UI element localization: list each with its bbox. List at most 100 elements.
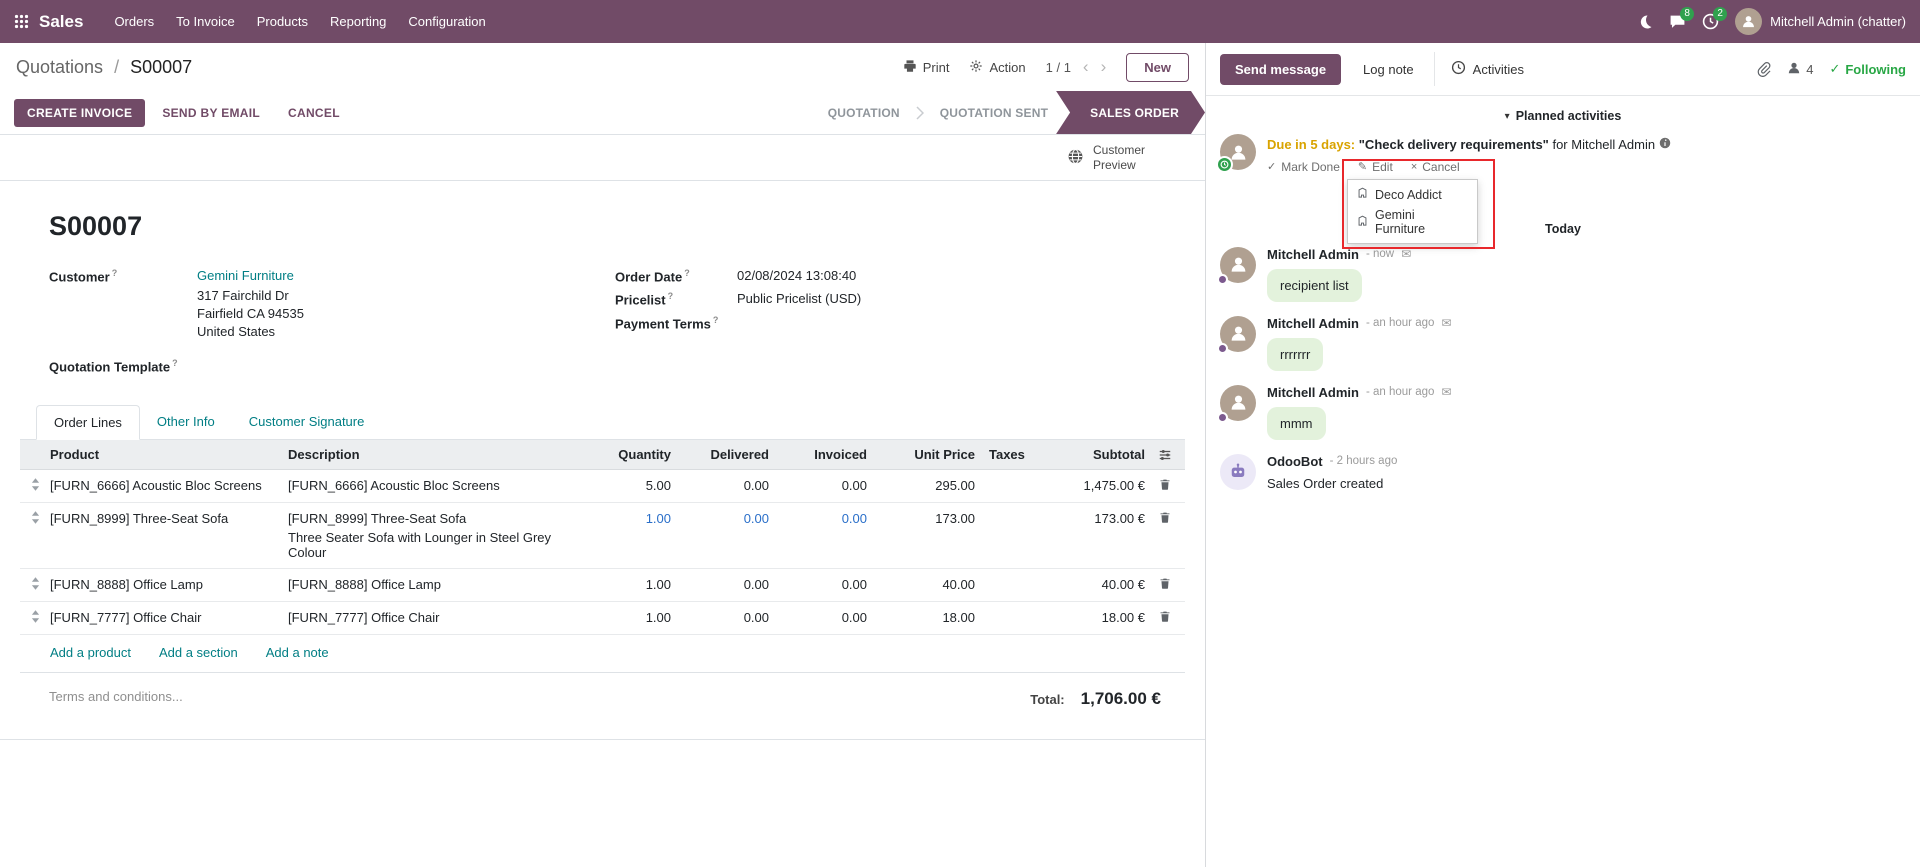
mark-done-button[interactable]: ✓Mark Done [1267, 160, 1340, 174]
presence-dot [1217, 412, 1228, 423]
odoobot-avatar [1220, 454, 1256, 490]
table-row[interactable]: [FURN_8888] Office Lamp [FURN_8888] Offi… [20, 569, 1185, 602]
today-divider: Today [1206, 216, 1920, 238]
cancel-button[interactable]: CANCEL [277, 99, 351, 127]
message-bubble: mmm [1267, 407, 1326, 440]
table-header-row: Product Description Quantity Delivered I… [20, 440, 1185, 470]
delete-row-icon[interactable] [1145, 478, 1185, 494]
customer-label: Customer? [49, 268, 197, 284]
message-author[interactable]: Mitchell Admin [1267, 316, 1359, 331]
order-date-value[interactable]: 02/08/2024 13:08:40 [737, 268, 856, 283]
apps-grid-icon[interactable] [14, 14, 29, 29]
create-invoice-button[interactable]: CREATE INVOICE [14, 99, 145, 127]
status-pipeline: QUOTATION QUOTATION SENT SALES ORDER [812, 91, 1205, 134]
message-author[interactable]: Mitchell Admin [1267, 385, 1359, 400]
message-body: Sales Order created [1267, 476, 1397, 491]
x-icon: × [1411, 161, 1417, 173]
presence-dot [1217, 343, 1228, 354]
dropdown-item[interactable]: Deco Addict [1348, 184, 1477, 205]
state-sales-order[interactable]: SALES ORDER [1056, 91, 1205, 134]
print-button[interactable]: Print [903, 59, 950, 76]
activities-clock-icon[interactable]: 2 [1702, 13, 1719, 30]
document-title: S00007 [49, 211, 1181, 242]
message-time: - now [1366, 248, 1394, 260]
tab-customer-signature[interactable]: Customer Signature [232, 405, 382, 439]
message-time: - 2 hours ago [1330, 455, 1398, 467]
info-icon[interactable] [1659, 137, 1671, 152]
pencil-icon: ✎ [1358, 160, 1367, 173]
drag-handle-icon[interactable] [20, 511, 50, 527]
globe-icon [1067, 148, 1084, 168]
table-row[interactable]: [FURN_8999] Three-Seat Sofa [FURN_8999] … [20, 503, 1185, 569]
message-author[interactable]: Mitchell Admin [1267, 247, 1359, 262]
nav-item-orders[interactable]: Orders [103, 0, 165, 43]
table-row[interactable]: [FURN_7777] Office Chair [FURN_7777] Off… [20, 602, 1185, 635]
table-row[interactable]: [FURN_6666] Acoustic Bloc Screens [FURN_… [20, 470, 1185, 503]
drag-handle-icon[interactable] [20, 610, 50, 626]
nav-item-to-invoice[interactable]: To Invoice [165, 0, 246, 43]
chatter-panel: Send message Log note Activities 4 ✓ Fol… [1206, 43, 1920, 867]
customer-value[interactable]: Gemini Furniture [197, 268, 304, 283]
tab-other-info[interactable]: Other Info [140, 405, 232, 439]
state-quotation-sent[interactable]: QUOTATION SENT [924, 91, 1064, 134]
drag-handle-icon[interactable] [20, 478, 50, 494]
activity-due-text: Due in 5 days: [1267, 137, 1355, 152]
activities-button[interactable]: Activities [1434, 52, 1536, 86]
add-product-link[interactable]: Add a product [50, 645, 131, 660]
activity-avatar [1220, 134, 1256, 170]
nav-item-configuration[interactable]: Configuration [397, 0, 496, 43]
log-note-button[interactable]: Log note [1351, 54, 1426, 85]
message-item: Mitchell Admin - now ✉ recipient list [1206, 238, 1920, 307]
user-menu[interactable]: Mitchell Admin (chatter) [1735, 8, 1906, 35]
send-by-email-button[interactable]: SEND BY EMAIL [151, 99, 271, 127]
followers-button[interactable]: 4 [1787, 61, 1813, 78]
activities-count-badge: 2 [1713, 7, 1727, 21]
pager-prev-icon[interactable]: ‹ [1083, 57, 1089, 77]
pricelist-value[interactable]: Public Pricelist (USD) [737, 291, 861, 306]
chevron-right-icon [916, 91, 924, 134]
pager-next-icon[interactable]: › [1101, 57, 1107, 77]
pager-value: 1 / 1 [1046, 60, 1071, 75]
breadcrumb: Quotations / S00007 [16, 57, 192, 78]
form-sheet: Customer Preview S00007 Customer? Gemini… [0, 135, 1205, 867]
message-avatar [1220, 247, 1256, 283]
add-note-link[interactable]: Add a note [266, 645, 329, 660]
messages-icon[interactable]: 8 [1669, 13, 1686, 30]
delete-row-icon[interactable] [1145, 511, 1185, 527]
new-button[interactable]: New [1126, 53, 1189, 82]
dark-mode-moon-icon[interactable] [1637, 14, 1653, 30]
dropdown-item[interactable]: Gemini Furniture [1348, 205, 1477, 239]
quotation-template-label: Quotation Template? [49, 358, 197, 374]
control-panel: Quotations / S00007 Print Action 1 / 1 ‹… [0, 43, 1205, 91]
action-button[interactable]: Action [969, 59, 1025, 76]
fields-left: Customer? Gemini Furniture 317 Fairchild… [49, 268, 615, 381]
following-toggle[interactable]: ✓ Following [1829, 61, 1906, 77]
activity-actions: ✓Mark Done ✎Edit ×Cancel [1267, 160, 1671, 174]
delete-row-icon[interactable] [1145, 577, 1185, 593]
planned-activities-header[interactable]: ▾ Planned activities [1206, 96, 1920, 132]
add-section-link[interactable]: Add a section [159, 645, 238, 660]
edit-activity-button[interactable]: ✎Edit [1358, 160, 1393, 174]
cancel-activity-button[interactable]: ×Cancel [1411, 160, 1460, 174]
top-nav: Sales Orders To Invoice Products Reporti… [0, 0, 1920, 43]
tab-order-lines[interactable]: Order Lines [36, 405, 140, 440]
customer-preview-button[interactable]: Customer Preview [1067, 143, 1155, 173]
message-time: - an hour ago [1366, 386, 1434, 398]
breadcrumb-parent[interactable]: Quotations [16, 57, 103, 77]
drag-handle-icon[interactable] [20, 577, 50, 593]
message-bubble: rrrrrrr [1267, 338, 1323, 371]
app-brand[interactable]: Sales [39, 12, 83, 32]
optional-columns-icon[interactable] [1145, 448, 1185, 462]
attachment-paperclip-icon[interactable] [1756, 61, 1771, 77]
activity-assignee: for Mitchell Admin [1552, 137, 1655, 152]
message-author[interactable]: OdooBot [1267, 454, 1323, 469]
autocomplete-dropdown: Deco Addict Gemini Furniture [1347, 179, 1478, 244]
state-quotation[interactable]: QUOTATION [812, 91, 916, 134]
nav-item-products[interactable]: Products [246, 0, 319, 43]
delete-row-icon[interactable] [1145, 610, 1185, 626]
envelope-icon: ✉ [1401, 247, 1411, 261]
nav-item-reporting[interactable]: Reporting [319, 0, 397, 43]
send-message-button[interactable]: Send message [1220, 54, 1341, 85]
terms-placeholder[interactable]: Terms and conditions... [49, 689, 183, 704]
breadcrumb-current: S00007 [130, 57, 192, 77]
